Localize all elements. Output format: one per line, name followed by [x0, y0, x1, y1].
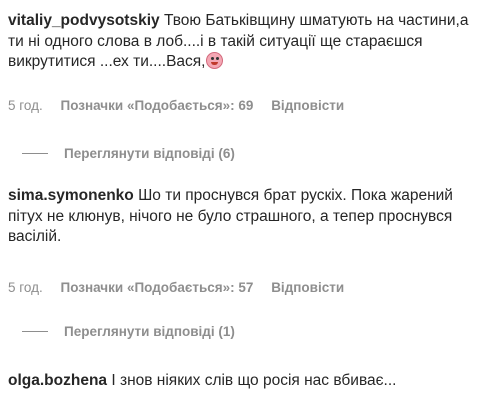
comment-username[interactable]: sima.symonenko: [8, 187, 134, 204]
reply-button[interactable]: Відповісти: [271, 280, 344, 295]
comment-time[interactable]: 5 год.: [8, 98, 43, 113]
view-replies-button[interactable]: Переглянути відповіді (1): [22, 324, 235, 339]
divider-line: [22, 153, 48, 154]
view-replies-button[interactable]: Переглянути відповіді (6): [22, 146, 235, 161]
comment-username[interactable]: vitaliy_podvysotskiy: [8, 12, 160, 29]
comment: olga.bozhena І знов ніяких слів що росія…: [8, 371, 470, 392]
divider-line: [22, 331, 48, 332]
comment-meta: 5 год. Позначки «Подобається»: 69 Відпов…: [8, 98, 358, 113]
comment-username[interactable]: olga.bozhena: [8, 372, 107, 389]
comment-time[interactable]: 5 год.: [8, 280, 43, 295]
reply-button[interactable]: Відповісти: [271, 98, 344, 113]
comment-text: І знов ніяких слів що росія нас вбиває..…: [111, 372, 397, 389]
comment-meta: 5 год. Позначки «Подобається»: 57 Відпов…: [8, 280, 358, 295]
view-replies-label: Переглянути відповіді (1): [64, 324, 235, 339]
comment-likes[interactable]: Позначки «Подобається»: 57: [61, 280, 254, 295]
comment: vitaliy_podvysotskiy Твою Батьківщину шм…: [8, 11, 470, 73]
view-replies-label: Переглянути відповіді (6): [64, 146, 235, 161]
comment: sima.symonenko Шо ти проснувся брат руск…: [8, 186, 470, 248]
clown-face-icon: [206, 52, 224, 69]
comment-likes[interactable]: Позначки «Подобається»: 69: [61, 98, 254, 113]
